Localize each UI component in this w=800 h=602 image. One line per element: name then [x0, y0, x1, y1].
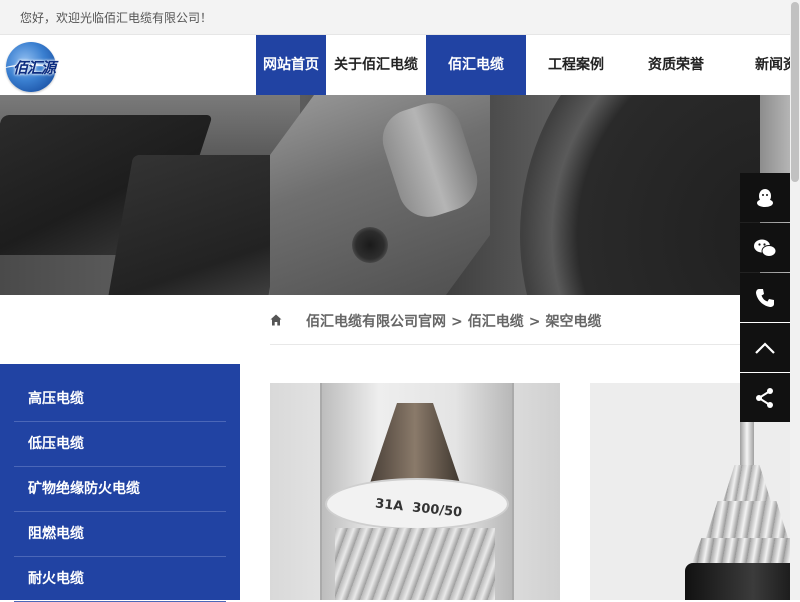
sidebar-item-mineral-insulated[interactable]: 矿物绝缘防火电缆 [14, 467, 226, 512]
category-sidebar: 高压电缆 低压电缆 矿物绝缘防火电缆 阻燃电缆 耐火电缆 [0, 364, 240, 602]
main-nav: 网站首页 关于佰汇电缆 佰汇电缆 工程案例 资质荣誉 新闻资 [256, 35, 800, 95]
back-to-top-icon [755, 341, 775, 354]
nav-honors[interactable]: 资质荣誉 [626, 35, 726, 95]
banner-image [0, 95, 800, 295]
back-to-top-button[interactable] [740, 323, 790, 372]
wechat-button[interactable] [740, 223, 790, 272]
sidebar-item-low-voltage[interactable]: 低压电缆 [14, 422, 226, 467]
floating-toolbar [740, 173, 790, 423]
wechat-icon [754, 239, 777, 257]
nav-news[interactable]: 新闻资 [726, 35, 800, 95]
sidebar-item-high-voltage[interactable]: 高压电缆 [14, 377, 226, 422]
sidebar-item-flame-retardant[interactable]: 阻燃电缆 [14, 512, 226, 557]
phone-button[interactable] [740, 273, 790, 322]
share-icon [756, 387, 773, 408]
logo-text: 佰汇源 [12, 59, 56, 77]
logo[interactable]: 佰汇源 [4, 39, 60, 93]
home-icon[interactable] [270, 314, 282, 326]
nav-cases[interactable]: 工程案例 [526, 35, 626, 95]
product-card-1[interactable]: 31A 300/50 [270, 383, 560, 600]
welcome-text: 您好，欢迎光临佰汇电缆有限公司！ [20, 11, 213, 25]
breadcrumb-separator: > [528, 314, 541, 330]
share-button[interactable] [740, 373, 790, 422]
breadcrumb-item-current[interactable]: 架空电缆 [545, 314, 601, 330]
page-scrollbar[interactable] [790, 0, 800, 600]
breadcrumb: 佰汇电缆有限公司官网 > 佰汇电缆 > 架空电缆 [270, 296, 800, 345]
breadcrumb-item-home[interactable]: 佰汇电缆有限公司官网 [306, 314, 446, 330]
sidebar-item-fire-resistant[interactable]: 耐火电缆 [14, 557, 226, 602]
qq-icon [757, 188, 773, 207]
header: 佰汇源 网站首页 关于佰汇电缆 佰汇电缆 工程案例 资质荣誉 新闻资 [0, 35, 800, 95]
phone-icon [756, 288, 774, 307]
breadcrumb-item-products[interactable]: 佰汇电缆 [468, 314, 524, 330]
nav-about[interactable]: 关于佰汇电缆 [326, 35, 426, 95]
top-bar: 您好，欢迎光临佰汇电缆有限公司！ [0, 0, 800, 35]
nav-products[interactable]: 佰汇电缆 [426, 35, 526, 95]
scrollbar-thumb[interactable] [791, 2, 799, 182]
qq-button[interactable] [740, 173, 790, 222]
nav-home[interactable]: 网站首页 [256, 35, 326, 95]
breadcrumb-separator: > [451, 314, 463, 330]
